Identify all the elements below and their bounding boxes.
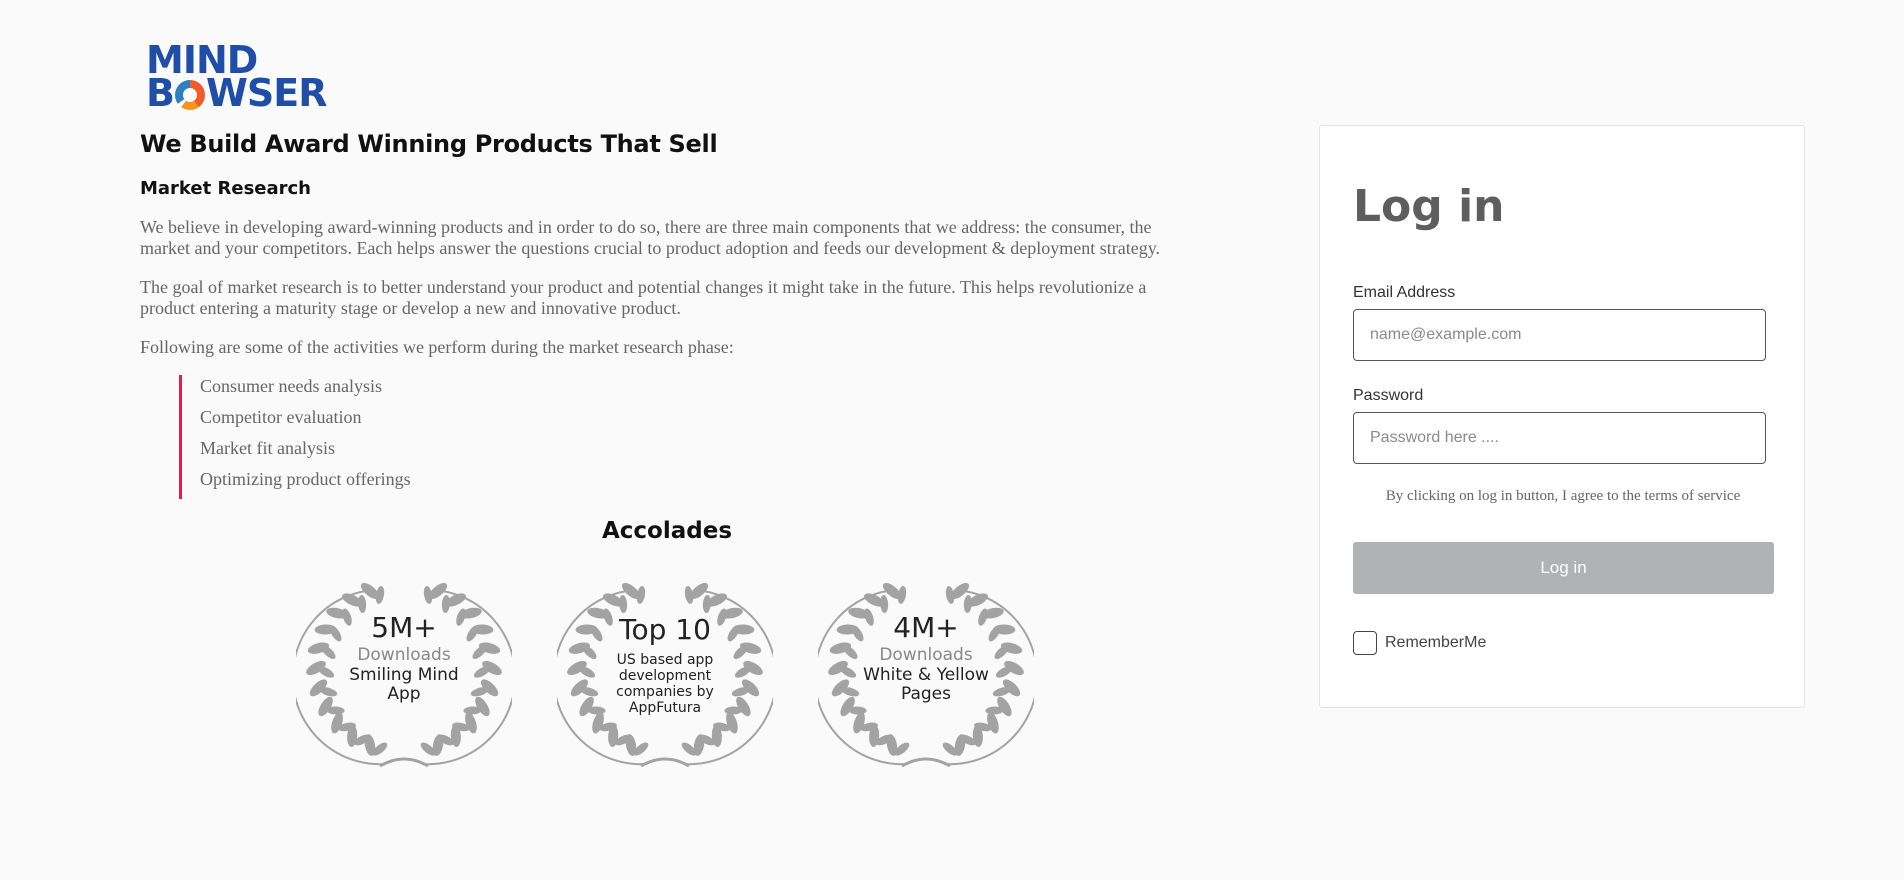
list-item: Optimizing product offerings — [179, 468, 1170, 499]
list-item: Consumer needs analysis — [179, 375, 1170, 406]
intro-section: We Build Award Winning Products That Sel… — [140, 130, 1170, 499]
login-title: Log in — [1353, 181, 1505, 232]
activity-list: Consumer needs analysis Competitor evalu… — [179, 375, 1170, 499]
terms-text: By clicking on log in button, I agree to… — [1385, 488, 1741, 504]
login-button[interactable]: Log in — [1353, 542, 1774, 594]
list-item: Market fit analysis — [179, 437, 1170, 468]
badge-appfutura: Top 10 US based app development companie… — [557, 576, 773, 768]
intro-paragraph-3: Following are some of the activities we … — [140, 337, 734, 357]
accolades-title: Accolades — [601, 518, 733, 544]
accolades-badges: 5M+ Downloads Smiling Mind App Top 10 US… — [296, 576, 1036, 768]
email-label: Email Address — [1353, 284, 1456, 301]
badge-headline: Top 10 — [619, 613, 711, 646]
password-label: Password — [1353, 387, 1424, 404]
email-field[interactable] — [1353, 309, 1766, 361]
remember-me[interactable]: RememberMe — [1353, 631, 1486, 655]
remember-me-checkbox[interactable] — [1353, 631, 1377, 655]
mindbowser-logo[interactable]: MIND B WSER — [146, 41, 336, 115]
list-item: Competitor evaluation — [179, 406, 1170, 437]
intro-paragraph-2: The goal of market research is to better… — [140, 277, 1147, 318]
password-field[interactable] — [1353, 412, 1766, 464]
remember-me-label: RememberMe — [1385, 634, 1487, 651]
badge-desc: US based app development companies by Ap… — [616, 652, 714, 716]
badge-sub: Downloads — [879, 645, 973, 665]
badge-headline: 5M+ — [371, 611, 437, 644]
intro-paragraph-1: We believe in developing award-winning p… — [140, 217, 1161, 258]
badge-desc: Smiling Mind App — [349, 665, 459, 704]
badge-desc: White & Yellow Pages — [863, 665, 989, 704]
login-card: Log in Email Address Password By clickin… — [1319, 125, 1805, 708]
logo-o-mark-icon — [174, 80, 205, 110]
logo-line-2: B WSER — [146, 71, 327, 115]
page-headline: We Build Award Winning Products That Sel… — [140, 130, 718, 158]
section-title: Market Research — [140, 178, 311, 199]
badge-smiling-mind: 5M+ Downloads Smiling Mind App — [296, 576, 512, 768]
badge-sub: Downloads — [357, 645, 451, 665]
badge-white-yellow-pages: 4M+ Downloads White & Yellow Pages — [818, 576, 1034, 768]
badge-headline: 4M+ — [893, 611, 959, 644]
